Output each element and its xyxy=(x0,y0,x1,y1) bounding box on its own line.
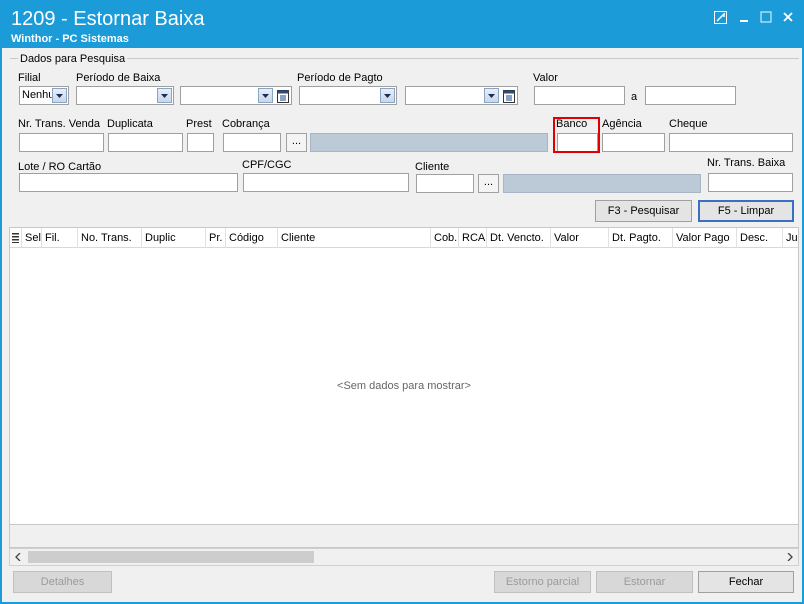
cobranca-search-button[interactable]: ... xyxy=(286,133,307,152)
duplicata-label: Duplicata xyxy=(107,118,153,130)
column-header[interactable]: Código xyxy=(226,228,278,248)
valor-min-input[interactable] xyxy=(534,86,625,105)
column-header[interactable]: Duplic xyxy=(142,228,206,248)
column-header[interactable]: Dt. Pagto. xyxy=(609,228,673,248)
title-bar[interactable]: 1209 - Estornar Baixa Winthor - PC Siste… xyxy=(2,2,802,48)
column-header[interactable]: Dt. Vencto. xyxy=(487,228,551,248)
cheque-input[interactable] xyxy=(669,133,793,152)
column-header[interactable]: Cliente xyxy=(278,228,431,248)
column-header[interactable]: Fil. xyxy=(42,228,78,248)
column-header[interactable]: Valor Pago xyxy=(673,228,737,248)
search-group-title: Dados para Pesquisa xyxy=(18,53,128,65)
agencia-label: Agência xyxy=(602,118,642,130)
lote-input[interactable] xyxy=(19,173,238,192)
pesquisar-button[interactable]: F3 - Pesquisar xyxy=(595,200,692,222)
valor-max-input[interactable] xyxy=(645,86,736,105)
nr-trans-baixa-input[interactable] xyxy=(708,173,793,192)
cobranca-input[interactable] xyxy=(223,133,281,152)
column-header[interactable]: Sel xyxy=(22,228,42,248)
cobranca-description xyxy=(310,133,548,152)
chevron-down-icon[interactable] xyxy=(52,88,67,103)
column-header[interactable]: Valor xyxy=(551,228,609,248)
filial-label: Filial xyxy=(18,72,41,84)
prest-label: Prest xyxy=(186,118,212,130)
fechar-button[interactable]: Fechar xyxy=(698,571,794,593)
window-title: 1209 - Estornar Baixa xyxy=(11,8,205,30)
estornar-button[interactable]: Estornar xyxy=(596,571,693,593)
filial-combo[interactable]: Nenhu xyxy=(19,86,69,105)
column-header[interactable]: RCA xyxy=(459,228,487,248)
calendar-icon[interactable] xyxy=(502,88,516,103)
grid-footer xyxy=(9,525,799,548)
column-header[interactable]: Cob. xyxy=(431,228,459,248)
scrollbar-thumb[interactable] xyxy=(28,551,314,563)
periodo-pagto-end[interactable] xyxy=(405,86,518,105)
periodo-pagto-label: Período de Pagto xyxy=(297,72,383,84)
calendar-icon[interactable] xyxy=(276,88,290,103)
column-header[interactable]: Desc. xyxy=(737,228,783,248)
minimize-icon[interactable] xyxy=(736,9,752,25)
banco-highlight xyxy=(553,117,600,153)
column-chooser-icon[interactable] xyxy=(10,228,22,248)
chevron-down-icon[interactable] xyxy=(258,88,273,103)
cpf-input[interactable] xyxy=(243,173,409,192)
window-subtitle: Winthor - PC Sistemas xyxy=(11,33,129,45)
periodo-baixa-start[interactable] xyxy=(76,86,174,105)
cpf-label: CPF/CGC xyxy=(242,159,292,171)
maximize-icon[interactable] xyxy=(758,9,774,25)
periodo-baixa-label: Período de Baixa xyxy=(76,72,161,84)
bottom-bar: Detalhes Estorno parcial Estornar Fechar xyxy=(2,567,802,602)
cliente-search-button[interactable]: ... xyxy=(478,174,499,193)
cliente-input[interactable] xyxy=(416,174,474,193)
results-grid[interactable]: Sel Fil. No. Trans. Duplic Pr. Código Cl… xyxy=(9,227,799,525)
chevron-down-icon[interactable] xyxy=(380,88,395,103)
close-icon[interactable] xyxy=(780,9,796,25)
nr-trans-venda-label: Nr. Trans. Venda xyxy=(18,118,100,130)
cheque-label: Cheque xyxy=(669,118,708,130)
chevron-down-icon[interactable] xyxy=(484,88,499,103)
lote-label: Lote / RO Cartão xyxy=(18,161,102,173)
scroll-right-icon[interactable] xyxy=(782,549,798,565)
app-window: 1209 - Estornar Baixa Winthor - PC Siste… xyxy=(0,0,804,604)
duplicata-input[interactable] xyxy=(108,133,183,152)
limpar-button[interactable]: F5 - Limpar xyxy=(698,200,794,222)
valor-label: Valor xyxy=(533,72,558,84)
column-header[interactable]: Jur xyxy=(783,228,798,248)
column-header[interactable]: Pr. xyxy=(206,228,226,248)
cliente-label: Cliente xyxy=(415,161,450,173)
agencia-input[interactable] xyxy=(602,133,665,152)
edit-icon[interactable] xyxy=(712,9,728,25)
prest-input[interactable] xyxy=(187,133,214,152)
scroll-left-icon[interactable] xyxy=(10,549,26,565)
cobranca-label: Cobrança xyxy=(222,118,270,130)
chevron-down-icon[interactable] xyxy=(157,88,172,103)
empty-grid-message: <Sem dados para mostrar> xyxy=(337,380,471,392)
periodo-baixa-end[interactable] xyxy=(180,86,292,105)
grid-header: Sel Fil. No. Trans. Duplic Pr. Código Cl… xyxy=(10,228,798,248)
periodo-pagto-start[interactable] xyxy=(299,86,397,105)
valor-separator: a xyxy=(631,91,638,103)
filial-value: Nenhu xyxy=(22,89,55,101)
nr-trans-venda-input[interactable] xyxy=(19,133,104,152)
detalhes-button[interactable]: Detalhes xyxy=(13,571,112,593)
horizontal-scrollbar[interactable] xyxy=(9,548,799,566)
nr-trans-baixa-label: Nr. Trans. Baixa xyxy=(707,157,786,169)
column-header[interactable]: No. Trans. xyxy=(78,228,142,248)
cliente-description xyxy=(503,174,701,193)
estorno-parcial-button[interactable]: Estorno parcial xyxy=(494,571,591,593)
